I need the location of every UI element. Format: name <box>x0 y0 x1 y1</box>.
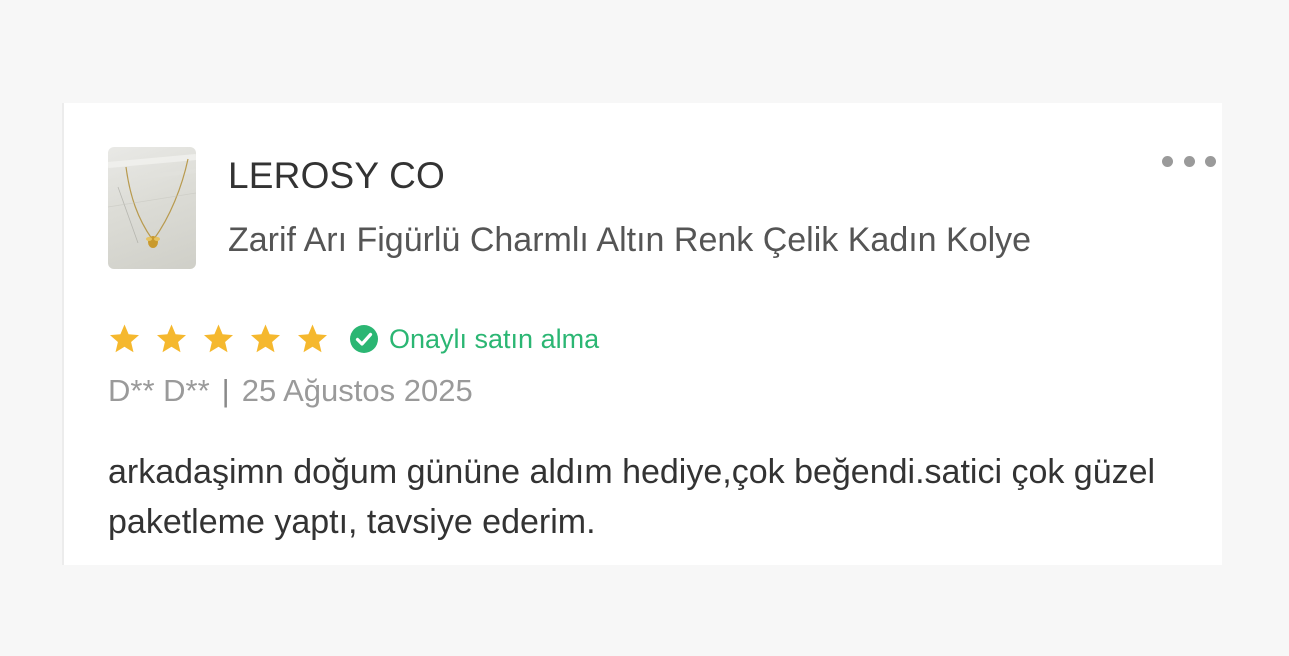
verified-purchase-badge: Onaylı satın alma <box>349 324 599 355</box>
star-icon <box>204 324 233 352</box>
check-circle-icon <box>350 325 378 353</box>
seller-name[interactable]: LEROSY CO <box>228 155 445 197</box>
product-title[interactable]: Zarif Arı Figürlü Charmlı Altın Renk Çel… <box>228 221 1031 260</box>
review-date: 25 Ağustos 2025 <box>241 373 473 408</box>
star-rating <box>108 323 329 356</box>
review-meta: D** D** | 25 Ağustos 2025 <box>108 373 473 409</box>
star-icon <box>251 324 280 352</box>
rating-row: Onaylı satın alma <box>108 319 599 359</box>
review-author: D** D** <box>108 373 210 408</box>
more-horizontal-icon-dot <box>1183 155 1195 167</box>
review-text: arkadaşimn doğum gününe aldım hediye,çok… <box>108 453 1156 541</box>
more-options-button[interactable] <box>1162 151 1216 171</box>
more-horizontal-icon <box>1162 155 1173 167</box>
star-icon <box>298 324 327 352</box>
meta-separator: | <box>221 373 230 408</box>
product-thumbnail[interactable] <box>108 147 196 269</box>
verified-purchase-label: Onaylı satın alma <box>389 323 600 354</box>
star-icon <box>110 324 139 352</box>
star-icon <box>157 324 186 352</box>
necklace-image <box>108 154 196 248</box>
review-card: LEROSY CO Zarif Arı Figürlü Charmlı Altı… <box>62 103 1222 565</box>
more-horizontal-icon-dot <box>1205 155 1216 167</box>
